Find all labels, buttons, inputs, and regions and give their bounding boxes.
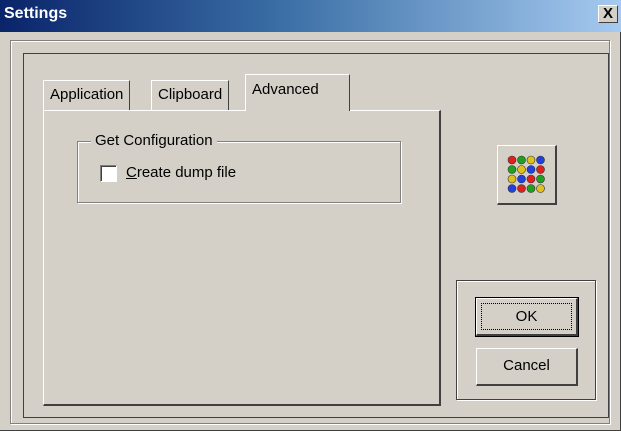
icon-dot xyxy=(507,155,517,165)
icon-dot xyxy=(517,165,526,174)
tab-advanced[interactable]: Advanced xyxy=(245,74,350,111)
ok-label: OK xyxy=(515,308,538,325)
app-icon-button[interactable] xyxy=(497,145,557,205)
tab-application[interactable]: Application xyxy=(43,80,131,110)
icon-dot xyxy=(536,184,545,193)
icon-dot xyxy=(536,174,545,184)
create-dump-file-label[interactable]: Create dump file xyxy=(126,164,236,181)
create-dump-file-checkbox[interactable] xyxy=(100,165,117,182)
tab-clipboard[interactable]: Clipboard xyxy=(151,80,230,110)
icon-dot xyxy=(536,165,545,174)
icon-dot xyxy=(517,174,526,184)
ok-button[interactable]: OK xyxy=(475,297,579,337)
colored-dots-grid-icon xyxy=(507,155,545,193)
cancel-label: Cancel xyxy=(503,357,550,374)
icon-dot xyxy=(526,184,536,193)
cancel-button[interactable]: Cancel xyxy=(476,348,578,386)
icon-dot xyxy=(526,165,536,174)
icon-dot xyxy=(507,165,517,174)
accelerator-key: C xyxy=(126,164,137,181)
tab-clipboard-label: Clipboard xyxy=(158,86,223,103)
checkbox-label-text: reate dump file xyxy=(136,164,237,181)
icon-dot xyxy=(526,174,536,184)
title-bar[interactable]: Settings X xyxy=(0,0,621,32)
icon-dot xyxy=(517,184,526,193)
icon-dot xyxy=(507,184,517,193)
icon-dot xyxy=(507,174,517,184)
tab-application-label: Application xyxy=(50,86,124,103)
close-button[interactable]: X xyxy=(598,5,618,23)
close-icon: X xyxy=(602,5,613,22)
group-title: Get Configuration xyxy=(91,132,217,149)
settings-dialog: Settings X Application Clipboard Advance… xyxy=(0,0,621,431)
tab-advanced-label: Advanced xyxy=(252,81,319,98)
icon-dot xyxy=(526,155,536,165)
icon-dot xyxy=(536,155,545,165)
icon-dot xyxy=(517,155,526,165)
window-title: Settings xyxy=(4,5,68,22)
